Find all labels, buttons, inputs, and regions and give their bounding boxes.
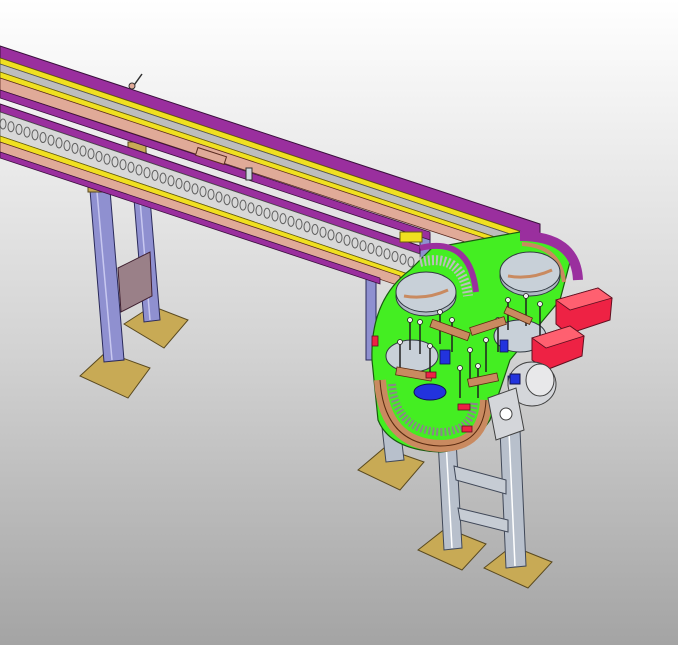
turntable-icon	[499, 251, 561, 297]
cad-viewport[interactable]	[0, 0, 678, 645]
turntable-icon	[395, 271, 457, 317]
support-column	[499, 429, 527, 569]
conveyor-drawing	[0, 45, 613, 589]
cross-beam	[457, 507, 509, 533]
cross-beam	[453, 465, 507, 495]
drive-hub	[413, 383, 447, 401]
rail-bracket	[399, 231, 423, 243]
rail-clamp	[245, 167, 253, 181]
